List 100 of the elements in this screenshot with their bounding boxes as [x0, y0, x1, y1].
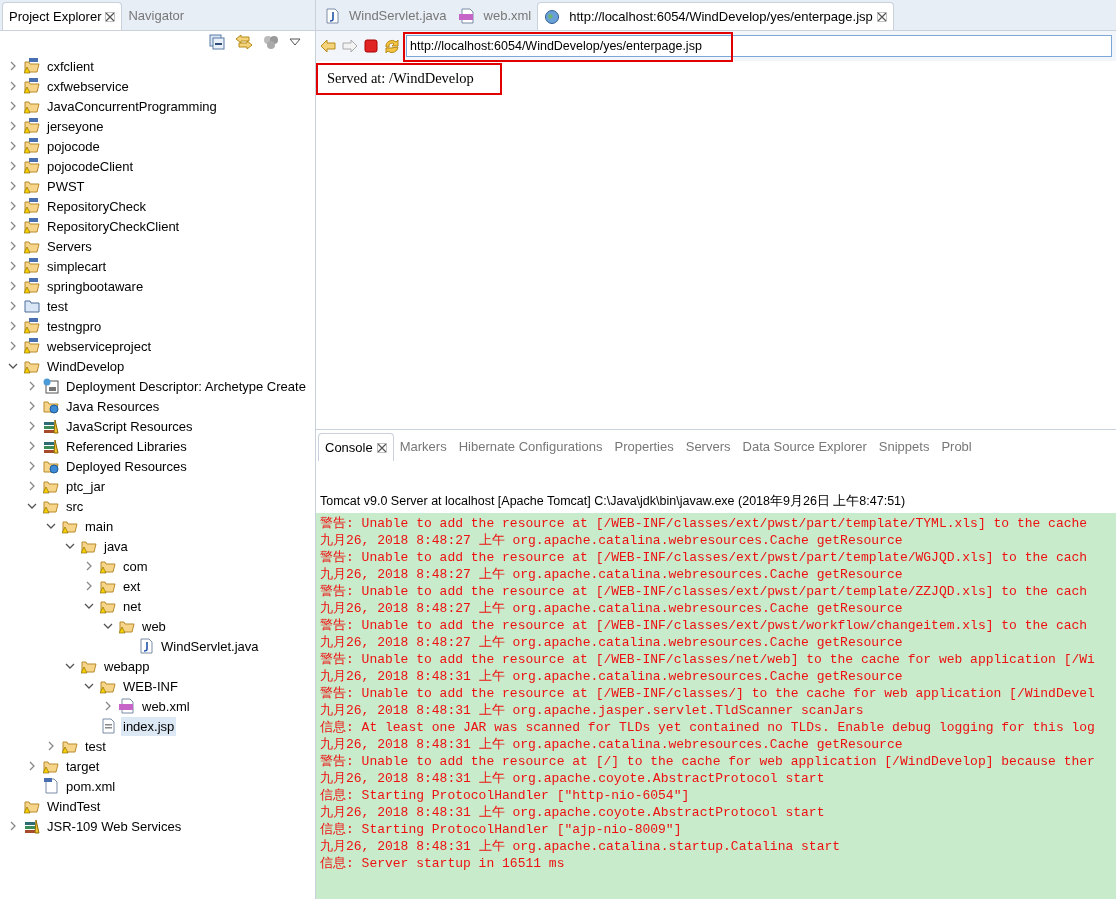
books-icon — [43, 418, 59, 435]
tree-item[interactable]: RepositoryCheck — [45, 196, 148, 216]
folder-icon — [100, 558, 116, 575]
collapsed-chevron-icon[interactable] — [27, 441, 37, 452]
link-arrows-icon[interactable] — [235, 34, 253, 50]
collapsed-chevron-icon[interactable] — [8, 101, 18, 112]
collapsed-chevron-icon[interactable] — [8, 121, 18, 132]
address-field[interactable]: http://localhost:6054/WindDevelop/yes/enterpage.jsp — [406, 35, 1112, 57]
tree-item[interactable]: Java Resources — [64, 396, 162, 416]
stop-icon[interactable] — [364, 39, 378, 53]
tab[interactable]: http://localhost:6054/WindDevelop/yes/enterpage.jsp — [537, 2, 894, 30]
tab[interactable]: WindServlet.java — [318, 2, 453, 30]
folder-icon — [43, 498, 59, 515]
collapsed-chevron-icon[interactable] — [27, 421, 37, 432]
tree-item[interactable]: WindServlet.java — [159, 636, 261, 656]
tree-item[interactable]: WindTest — [45, 796, 103, 816]
log-line: 九月26, 2018 8:48:31 上午 org.apache.catalina.startup.Catalina start — [320, 838, 842, 855]
collapsed-chevron-icon[interactable] — [27, 401, 37, 412]
tree-item[interactable]: springbootaware — [45, 276, 146, 296]
folder-icon — [24, 138, 40, 155]
tree-item[interactable]: web.xml — [140, 696, 192, 716]
tree-item[interactable]: src — [64, 496, 86, 516]
forward-arrow-icon[interactable] — [342, 39, 358, 53]
tab[interactable]: Probl — [935, 433, 978, 461]
refresh-arrows-icon[interactable] — [384, 38, 400, 54]
collapsed-chevron-icon[interactable] — [27, 381, 37, 392]
tab[interactable]: Servers — [679, 433, 737, 461]
xml-file-icon — [458, 8, 475, 24]
tab[interactable]: Data Source Explorer — [736, 433, 873, 461]
tree-item[interactable]: JavaScript Resources — [64, 416, 195, 436]
tree-item[interactable]: main — [83, 516, 116, 536]
collapsed-chevron-icon[interactable] — [8, 341, 18, 352]
collapsed-chevron-icon[interactable] — [8, 201, 18, 212]
tree-item[interactable]: java — [102, 536, 130, 556]
collapsed-chevron-icon[interactable] — [8, 141, 18, 152]
tree-item[interactable]: testngpro — [45, 316, 104, 336]
tree-item[interactable]: target — [64, 756, 102, 776]
collapsed-chevron-icon[interactable] — [8, 181, 18, 192]
collapsed-chevron-icon[interactable] — [8, 221, 18, 232]
tree-item[interactable]: RepositoryCheckClient — [45, 216, 182, 236]
tree-item[interactable]: webserviceproject — [45, 336, 154, 356]
tree-item[interactable]: JSR-109 Web Services — [45, 816, 184, 836]
tab[interactable]: Hibernate Configurations — [452, 433, 609, 461]
collapsed-chevron-icon[interactable] — [8, 161, 18, 172]
tree-item[interactable]: pojocode — [45, 136, 102, 156]
tab[interactable]: Console — [318, 433, 394, 461]
filter-icon[interactable] — [263, 34, 279, 50]
collapsed-chevron-icon[interactable] — [27, 761, 37, 772]
collapsed-chevron-icon[interactable] — [27, 481, 37, 492]
tree-item[interactable]: Referenced Libraries — [64, 436, 189, 456]
collapsed-chevron-icon[interactable] — [8, 241, 18, 252]
collapsed-chevron-icon[interactable] — [8, 321, 18, 332]
collapsed-chevron-icon[interactable] — [8, 281, 18, 292]
close-icon[interactable] — [876, 11, 887, 22]
collapsed-chevron-icon[interactable] — [8, 301, 18, 312]
collapsed-chevron-icon[interactable] — [103, 701, 113, 712]
tree-item[interactable]: pom.xml — [64, 776, 118, 796]
tree-item[interactable]: jerseyone — [45, 116, 106, 136]
tree-item[interactable]: cxfwebservice — [45, 76, 131, 96]
tree-item[interactable]: index.jsp — [121, 716, 177, 736]
tab[interactable]: Markers — [393, 433, 453, 461]
globe-icon — [544, 8, 561, 25]
tree-item[interactable]: Deployed Resources — [64, 456, 189, 476]
collapsed-chevron-icon[interactable] — [8, 81, 18, 92]
collapse-all-icon[interactable] — [209, 34, 225, 50]
tree-item[interactable]: ext — [121, 576, 143, 596]
tree-item[interactable]: cxfclient — [45, 56, 96, 76]
tree-item[interactable]: WindDevelop — [45, 356, 127, 376]
tree-item[interactable]: WEB-INF — [121, 676, 180, 696]
back-arrow-icon[interactable] — [320, 39, 336, 53]
tab[interactable]: Project Explorer — [2, 2, 123, 30]
collapsed-chevron-icon[interactable] — [46, 741, 56, 752]
collapsed-chevron-icon[interactable] — [84, 581, 94, 592]
close-icon[interactable] — [105, 11, 116, 22]
tree-item[interactable]: webapp — [102, 656, 152, 676]
collapsed-chevron-icon[interactable] — [84, 561, 94, 572]
collapsed-chevron-icon[interactable] — [8, 261, 18, 272]
collapsed-chevron-icon[interactable] — [27, 461, 37, 472]
tree-item[interactable]: test — [83, 736, 108, 756]
file-icon — [43, 778, 59, 795]
log-line: 九月26, 2018 8:48:31 上午 org.apache.coyote.AbstractProtocol start — [320, 804, 826, 821]
collapsed-chevron-icon[interactable] — [8, 61, 18, 72]
tree-item[interactable]: Servers — [45, 236, 94, 256]
tab[interactable]: Properties — [608, 433, 680, 461]
tree-item[interactable]: pojocodeClient — [45, 156, 135, 176]
tree-item[interactable]: PWST — [45, 176, 87, 196]
tree-item[interactable]: test — [45, 296, 70, 316]
tab[interactable]: Snippets — [872, 433, 936, 461]
tree-item[interactable]: JavaConcurrentProgramming — [45, 96, 219, 116]
tree-item[interactable]: com — [121, 556, 150, 576]
collapsed-chevron-icon[interactable] — [8, 821, 18, 832]
view-menu-icon[interactable] — [289, 38, 301, 46]
tree-item[interactable]: net — [121, 596, 144, 616]
tab[interactable]: Navigator — [122, 2, 191, 30]
tree-item[interactable]: web — [140, 616, 168, 636]
close-icon[interactable] — [376, 442, 387, 453]
tree-item[interactable]: Deployment Descriptor: Archetype Create — [64, 376, 308, 396]
tab[interactable]: web.xml — [452, 2, 538, 30]
tree-item[interactable]: ptc_jar — [64, 476, 108, 496]
tree-item[interactable]: simplecart — [45, 256, 109, 276]
